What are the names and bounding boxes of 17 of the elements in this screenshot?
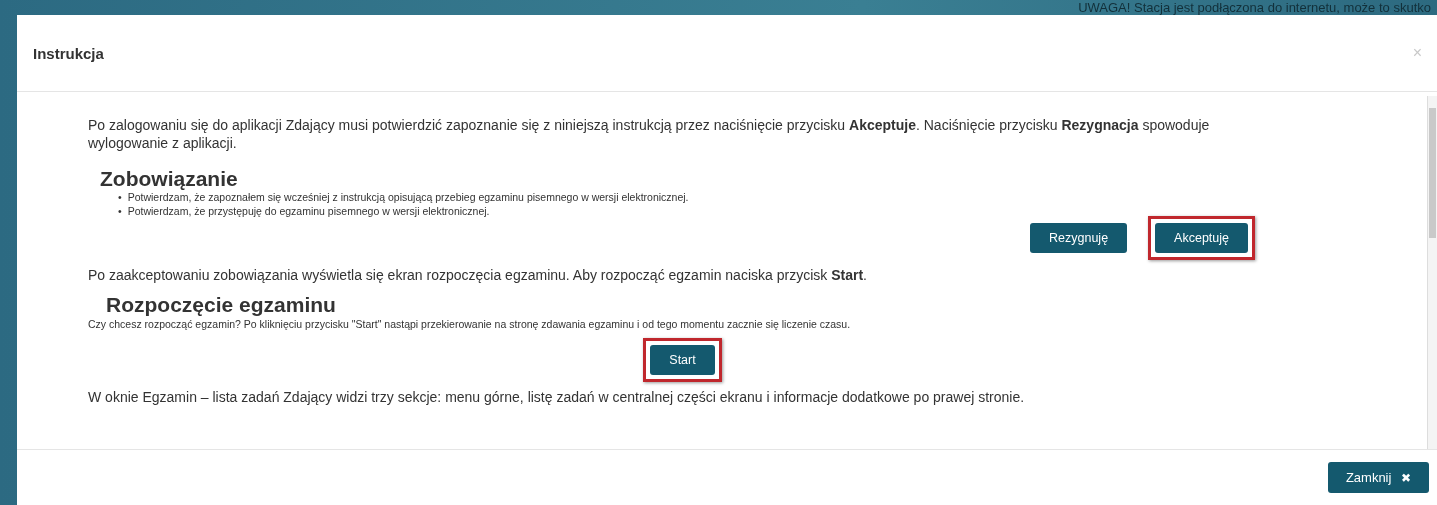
section-heading: Zobowiązanie — [100, 168, 239, 190]
instruction-paragraph: Po zaakceptowaniu zobowiązania wyświetla się ekran rozpoczęcia egzaminu. Aby rozpocząć egzamin naciska przycisk Start. — [88, 266, 868, 284]
bullet: • — [118, 190, 122, 204]
commitment-item: Potwierdzam, że przystępuję do egzaminu pisemnego w wersji elektronicznej. — [127, 204, 490, 218]
bullet: • — [118, 204, 122, 218]
action-button[interactable]: Akceptuję — [1155, 223, 1248, 253]
close-button[interactable]: Zamknij ✖ — [1327, 462, 1429, 493]
start-button[interactable]: Start — [650, 345, 715, 375]
section-heading: Rozpoczęcie egzaminu — [106, 294, 337, 316]
intro-paragraph: Po zalogowaniu się do aplikacji Zdający musi potwierdzić zapoznanie się z niniejszą instrukcją przez naciśnięcie przycisku Akceptuje. Naciśnięcie przycisku Rezygnacja spowoduje wylogowanie z aplikacji. — [88, 116, 1211, 152]
sections-paragraph: W oknie Egzamin – lista zadań Zdający widzi trzy sekcje: menu górne, listę zadań w centralnej części ekranu i informacje dodatkowe po prawej stronie. — [88, 388, 1026, 406]
scrollbar[interactable] — [1427, 96, 1437, 449]
action-button[interactable]: Rezygnuję — [1030, 223, 1128, 253]
commitment-item: Potwierdzam, że zapoznałem się wcześniej z instrukcją opisującą przebieg egzaminu pisemnego w wersji elektronicznej. — [127, 190, 689, 204]
start-question: Czy chcesz rozpocząć egzamin? Po kliknięciu przycisku "Start" nastąpi przekierowanie na stronę zdawania egzaminu i od tego momentu zacznie się liczenie czasu. — [88, 318, 852, 330]
background-notice: UWAGA! Stacja jest podłączona do internetu, może to skutko — [1078, 0, 1431, 15]
dialog-title: Instrukcja — [33, 44, 104, 62]
